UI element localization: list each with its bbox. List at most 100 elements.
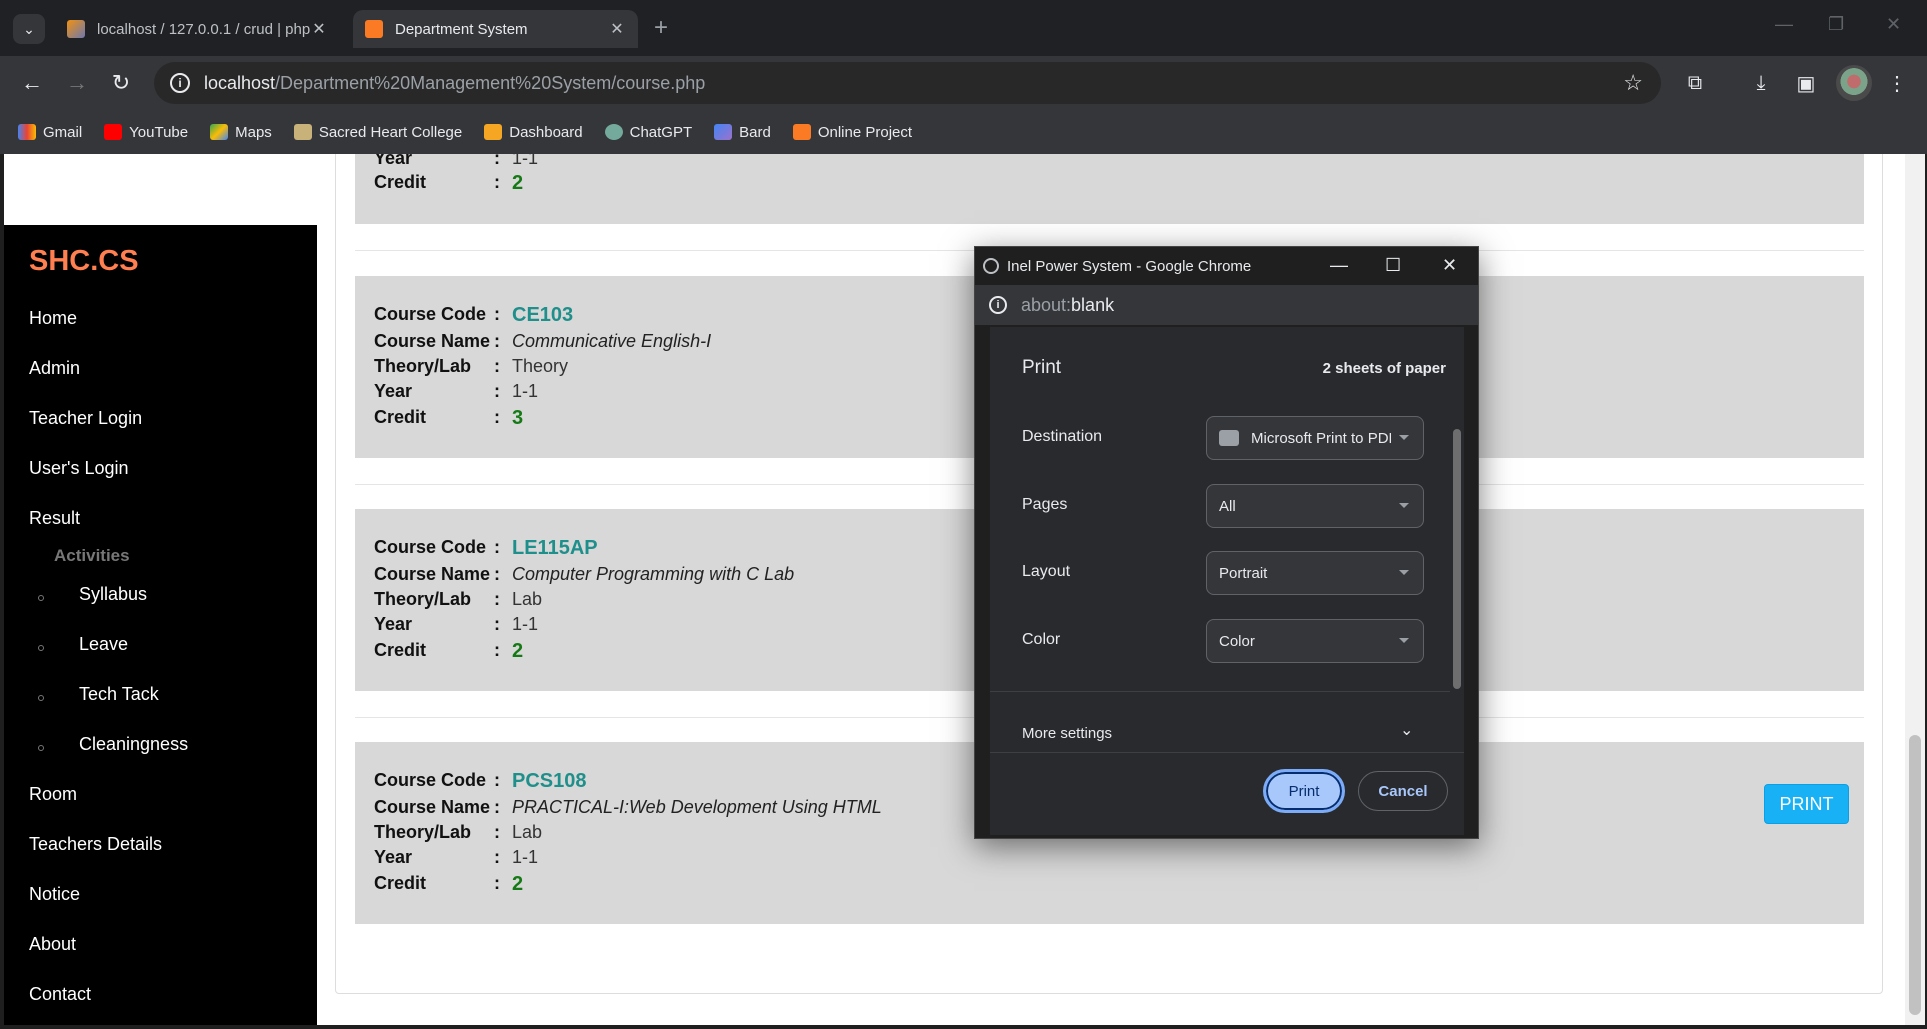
page-scroll-thumb[interactable] bbox=[1909, 735, 1921, 1015]
reload-icon[interactable]: ↻ bbox=[106, 68, 136, 98]
nav-tech-tack[interactable]: Tech Tack bbox=[79, 684, 159, 705]
site-info-icon[interactable]: i bbox=[170, 73, 190, 93]
dialog-scroll-thumb[interactable] bbox=[1453, 429, 1461, 689]
extensions-icon[interactable]: ⧉ bbox=[1680, 68, 1710, 98]
sidebar: SHC.CS Home Admin Teacher Login User's L… bbox=[4, 225, 317, 1025]
restore-icon[interactable]: ❐ bbox=[1828, 14, 1844, 35]
colon: : bbox=[494, 331, 500, 351]
pages-select[interactable]: All bbox=[1206, 484, 1424, 528]
bookmark-gmail[interactable]: Gmail bbox=[18, 124, 82, 141]
maps-icon bbox=[210, 124, 229, 140]
colon: : bbox=[494, 847, 500, 867]
year-label: Year bbox=[374, 154, 413, 168]
layout-select[interactable]: Portrait bbox=[1206, 551, 1424, 595]
side-panel-icon[interactable]: ▣ bbox=[1791, 68, 1821, 98]
site-info-icon[interactable]: i bbox=[989, 296, 1007, 314]
nav-about[interactable]: About bbox=[29, 934, 76, 955]
course-type: Theory bbox=[512, 356, 569, 376]
menu-icon[interactable]: ⋮ bbox=[1882, 68, 1912, 98]
name-row: Course Name : Communicative English-I bbox=[374, 331, 711, 352]
print-page-button[interactable]: PRINT bbox=[1764, 784, 1849, 824]
nav-leave[interactable]: Leave bbox=[79, 634, 128, 655]
popup-address-bar: i about: blank bbox=[975, 285, 1478, 325]
destination-select[interactable]: Microsoft Print to PDF bbox=[1206, 416, 1424, 460]
chevron-down-icon bbox=[1399, 638, 1409, 643]
name-label: Course Name bbox=[374, 331, 491, 351]
bookmark-maps[interactable]: Maps bbox=[210, 124, 272, 141]
tab-search-button[interactable]: ⌄ bbox=[13, 14, 45, 44]
bookmark-chatgpt[interactable]: ChatGPT bbox=[604, 124, 692, 141]
close-icon[interactable]: ✕ bbox=[1442, 255, 1457, 276]
nav-users-login[interactable]: User's Login bbox=[29, 458, 128, 479]
nav-admin[interactable]: Admin bbox=[29, 358, 80, 379]
minimize-icon[interactable]: — bbox=[1330, 255, 1348, 276]
back-icon[interactable]: ← bbox=[17, 68, 47, 98]
tab-phpmyadmin[interactable]: localhost / 127.0.0.1 / crud | php ✕ bbox=[55, 10, 340, 48]
close-icon[interactable]: ✕ bbox=[608, 19, 626, 39]
colon: : bbox=[494, 564, 500, 584]
bookmark-star-icon[interactable]: ☆ bbox=[1623, 70, 1643, 96]
tab-department-system[interactable]: Department System ✕ bbox=[353, 10, 638, 48]
nav-contact[interactable]: Contact bbox=[29, 984, 91, 1005]
nav-cleaningness[interactable]: Cleaningness bbox=[79, 734, 188, 755]
credit-row: Credit : 3 bbox=[374, 407, 523, 430]
colon: : bbox=[494, 537, 500, 557]
bookmark-label: Maps bbox=[235, 123, 272, 141]
course-type: Lab bbox=[512, 589, 543, 609]
destination-value: Microsoft Print to PDF bbox=[1251, 429, 1391, 447]
colon: : bbox=[494, 589, 500, 609]
nav-home[interactable]: Home bbox=[29, 308, 77, 329]
year-value: 1-1 bbox=[512, 614, 539, 634]
close-window-icon[interactable]: ✕ bbox=[1886, 14, 1901, 35]
new-tab-button[interactable]: + bbox=[654, 14, 668, 42]
bullet-icon bbox=[38, 695, 44, 701]
minimize-icon[interactable]: — bbox=[1775, 14, 1793, 35]
dashboard-icon bbox=[484, 124, 503, 140]
chevron-down-icon bbox=[1399, 503, 1409, 508]
tab-strip: ⌄ localhost / 127.0.0.1 / crud | php ✕ D… bbox=[0, 0, 1927, 56]
close-icon[interactable]: ✕ bbox=[310, 19, 328, 39]
credit-row: Credit : 2 bbox=[374, 873, 523, 896]
address-bar[interactable]: i localhost /Department%20Management%20S… bbox=[154, 62, 1661, 104]
brand-logo-text[interactable]: SHC.CS bbox=[29, 245, 139, 278]
credit-label: Credit bbox=[374, 640, 427, 660]
xampp-icon bbox=[792, 124, 811, 140]
download-icon[interactable]: ⤓ bbox=[1746, 68, 1776, 98]
bookmark-youtube[interactable]: YouTube bbox=[104, 124, 188, 141]
course-code: LE115AP bbox=[512, 537, 598, 559]
course-name: Communicative English-I bbox=[512, 331, 712, 351]
code-row: Course Code : PCS108 bbox=[374, 770, 587, 793]
credit-label: Credit bbox=[374, 407, 427, 427]
forward-icon[interactable]: → bbox=[62, 68, 92, 98]
nav-notice[interactable]: Notice bbox=[29, 884, 80, 905]
popup-titlebar[interactable]: Inel Power System - Google Chrome — ☐ ✕ bbox=[975, 247, 1478, 285]
color-label: Color bbox=[1022, 631, 1061, 648]
phpmyadmin-icon bbox=[67, 20, 85, 38]
activities-heading: Activities bbox=[54, 546, 130, 565]
nav-teacher-login[interactable]: Teacher Login bbox=[29, 408, 142, 429]
name-row: Course Name : Computer Programming with … bbox=[374, 564, 794, 585]
color-select[interactable]: Color bbox=[1206, 619, 1424, 663]
chevron-down-icon bbox=[1399, 435, 1409, 440]
bookmark-online-project[interactable]: Online Project bbox=[792, 124, 912, 141]
maximize-icon[interactable]: ☐ bbox=[1385, 255, 1401, 276]
bookmark-sacred-heart[interactable]: Sacred Heart College bbox=[293, 124, 462, 141]
nav-teachers-details[interactable]: Teachers Details bbox=[29, 834, 162, 855]
cancel-button[interactable]: Cancel bbox=[1358, 771, 1448, 811]
bard-icon bbox=[714, 124, 733, 140]
chevron-down-icon[interactable]: ⌄ bbox=[1400, 720, 1413, 740]
profile-avatar[interactable] bbox=[1836, 65, 1872, 101]
bookmark-bard[interactable]: Bard bbox=[714, 124, 771, 141]
destination-label: Destination bbox=[1022, 428, 1103, 445]
nav-syllabus[interactable]: Syllabus bbox=[79, 584, 147, 605]
bookmark-dashboard[interactable]: Dashboard bbox=[484, 124, 583, 141]
year-row: Year : 1-1 bbox=[374, 614, 538, 635]
nav-result[interactable]: Result bbox=[29, 508, 80, 529]
colon: : bbox=[494, 356, 500, 376]
nav-room[interactable]: Room bbox=[29, 784, 77, 805]
code-label: Course Code bbox=[374, 537, 487, 557]
code-row: Course Code : CE103 bbox=[374, 304, 573, 327]
credit-label: Credit bbox=[374, 172, 427, 192]
more-settings-toggle[interactable]: More settings bbox=[1022, 725, 1112, 742]
print-button[interactable]: Print bbox=[1263, 769, 1345, 813]
